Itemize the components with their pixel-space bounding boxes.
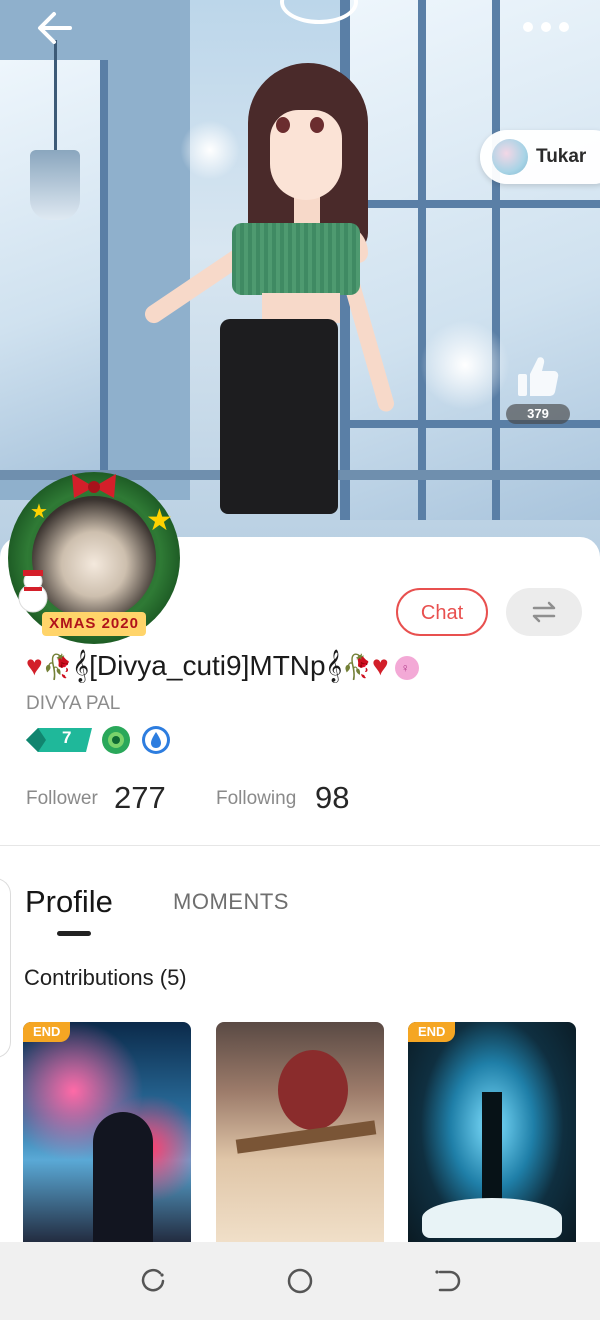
contributions-title: Contributions (5) [24,965,187,990]
chip-avatar [492,139,528,175]
user-avatar[interactable]: ★ ★ XMAS 2020 [8,472,180,644]
back-nav-button[interactable] [432,1266,462,1296]
home-circle-icon [287,1268,313,1294]
star-icon: ★ [146,504,173,537]
red-bow-icon [72,474,116,498]
card-art-figure [93,1112,153,1252]
level-badge-icon [26,728,92,752]
treble-clef-icon: 𝄞 [72,650,90,681]
system-nav-bar [0,1242,600,1320]
window-mullion [100,60,108,480]
like-count: 379 [506,404,570,424]
end-badge: END [23,1022,71,1042]
star-icon: ★ [30,501,48,523]
water-drop-badge-icon[interactable] [142,726,170,754]
thumbs-up-icon [518,357,559,396]
contribution-card[interactable]: END [408,1022,576,1252]
back-button[interactable] [34,8,78,48]
character-eye [310,117,324,133]
rose-icon: 🥀 [42,654,73,681]
tab-profile[interactable]: Profile [25,884,113,920]
pendant-lamp [30,150,80,220]
xmas-frame-label: XMAS 2020 [42,612,146,636]
treble-clef-icon: 𝄞 [325,650,343,681]
lamp-cord [54,40,57,160]
end-badge: END [408,1022,456,1042]
recent-apps-button[interactable] [138,1266,168,1296]
swap-arrows-icon [532,601,556,623]
following-count[interactable]: 98 [315,780,349,816]
more-dots-icon [523,22,569,32]
section-divider [0,845,600,846]
female-gender-icon: ♀ [394,655,419,680]
level-number: 7 [62,728,72,747]
card-art-figure [278,1050,348,1130]
card-art-book [422,1198,562,1238]
active-tab-indicator [57,931,91,936]
more-options-button[interactable] [520,16,572,38]
swap-button[interactable] [506,588,582,636]
like-button[interactable] [514,352,562,400]
home-button[interactable] [285,1266,315,1296]
follower-count[interactable]: 277 [114,780,166,816]
real-name: DIVYA PAL [26,693,121,714]
contribution-card[interactable]: END [23,1022,191,1252]
green-badge-icon[interactable] [102,726,130,754]
rose-icon: 🥀 [342,654,373,681]
chip-label: Tukar [536,146,587,167]
side-drawer-handle[interactable] [0,878,11,1058]
character-top [232,223,360,295]
contribution-card[interactable] [216,1022,384,1252]
follower-label[interactable]: Follower [26,788,98,810]
window-mullion [492,0,500,520]
display-name-text: [Divya_cuti9]MTNp [89,650,326,681]
character-eye [276,117,290,133]
sparkle [420,320,510,410]
heart-icon: ♥ [372,650,389,681]
back-arrow-icon [38,12,72,44]
card-art-castle [482,1092,502,1202]
tab-moments[interactable]: MOMENTS [173,889,289,915]
display-name: ♥🥀𝄞[Divya_cuti9]MTNp𝄞🥀♥ ♀ [26,650,586,690]
tukar-chip[interactable]: Tukar [480,130,600,184]
window-pane [0,60,100,480]
character-skirt [220,319,338,514]
heart-icon: ♥ [26,650,43,681]
snowman-icon [18,570,48,613]
chat-button[interactable]: Chat [396,588,488,636]
back-nav-icon [435,1270,461,1292]
following-label[interactable]: Following [216,788,296,810]
recent-apps-icon [141,1268,165,1292]
